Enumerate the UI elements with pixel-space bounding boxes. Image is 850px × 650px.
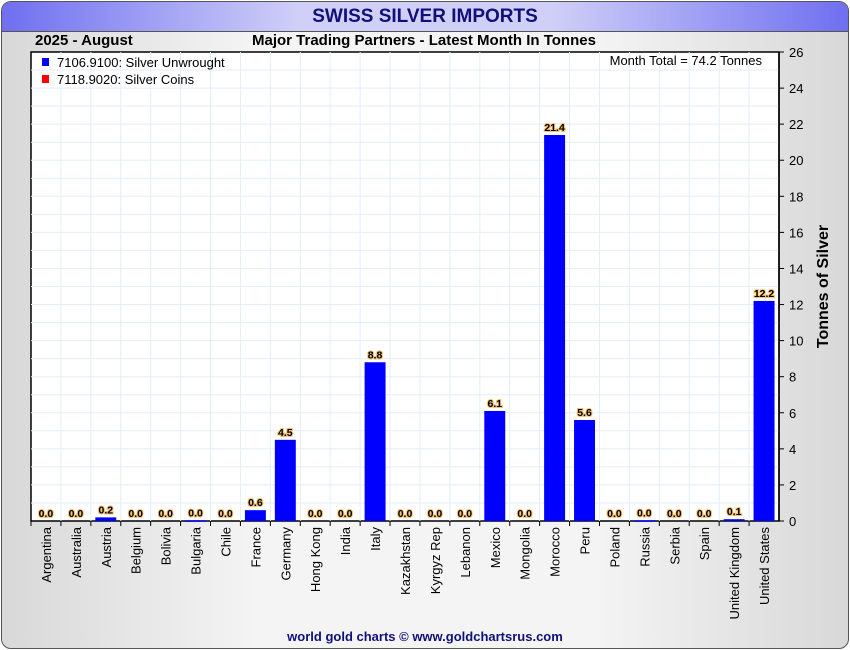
legend-swatch [42, 75, 49, 83]
bar [95, 517, 117, 521]
bar [274, 439, 296, 521]
y-tick-label: 2 [789, 478, 796, 493]
y-tick-label: 18 [789, 189, 803, 204]
data-label: 0.0 [398, 508, 413, 520]
legend-label: 7106.9100: Silver Unwrought [57, 55, 225, 70]
x-tick-label: Austria [99, 526, 114, 567]
data-label: 12.2 [754, 288, 775, 300]
data-label: 0.1 [727, 506, 742, 518]
y-tick-label: 20 [789, 153, 803, 168]
y-tick-label: 0 [789, 514, 796, 529]
x-tick-label: United Kingdom [727, 527, 742, 620]
x-tick-label: Germany [278, 527, 293, 581]
data-label: 8.8 [368, 349, 383, 361]
footer-credit: world gold charts © www.goldchartsrus.co… [287, 629, 563, 644]
y-tick-label: 16 [789, 225, 803, 240]
chart-frame: SWISS SILVER IMPORTS 2025 - August Major… [1, 1, 849, 649]
data-label: 5.6 [577, 407, 592, 419]
x-tick-label: Spain [697, 527, 712, 560]
x-tick-label: Argentina [39, 526, 54, 582]
data-label: 0.0 [39, 508, 54, 520]
x-tick-label: Serbia [667, 526, 682, 564]
y-tick-label: 12 [789, 298, 803, 313]
data-label: 0.0 [458, 508, 473, 520]
data-label: 0.0 [667, 508, 682, 520]
y-tick-label: 10 [789, 334, 803, 349]
x-tick-label: Belgium [129, 527, 144, 574]
bar [185, 520, 207, 522]
x-tick-label: Mexico [488, 527, 503, 568]
x-tick-label: India [338, 526, 353, 555]
x-tick-label: Bolivia [159, 526, 174, 565]
data-label: 0.0 [69, 508, 84, 520]
x-tick-label: Italy [368, 527, 383, 551]
data-label: 0.0 [158, 508, 173, 520]
x-tick-label: Lebanon [458, 527, 473, 578]
x-tick-label: Morocco [548, 527, 563, 577]
legend-swatch [42, 58, 49, 66]
data-label: 0.0 [428, 508, 443, 520]
data-label: 0.0 [338, 508, 353, 520]
data-label: 0.0 [607, 508, 622, 520]
x-tick-label: Mongolia [518, 526, 533, 580]
x-tick-label: Poland [607, 527, 622, 567]
x-tick-label: Chile [218, 527, 233, 557]
bar [484, 410, 506, 521]
y-tick-label: 8 [789, 370, 796, 385]
month-total-annotation: Month Total = 74.2 Tonnes [610, 53, 763, 68]
data-label: 4.5 [278, 427, 293, 439]
data-label: 0.6 [248, 497, 263, 509]
legend-label: 7118.9020: Silver Coins [57, 72, 195, 87]
x-tick-label: Peru [578, 527, 593, 554]
data-label: 0.0 [128, 508, 143, 520]
x-tick-label: Bulgaria [189, 526, 204, 574]
x-tick-label: Russia [637, 526, 652, 567]
data-label: 0.0 [697, 508, 712, 520]
y-tick-label: 22 [789, 117, 803, 132]
x-tick-label: Hong Kong [308, 527, 323, 592]
bar [244, 510, 266, 521]
x-tick-label: United States [757, 527, 772, 606]
y-tick-label: 26 [789, 45, 803, 60]
bar-chart: 02468101214161820222426Tonnes of Silver0… [30, 45, 832, 620]
bar [574, 419, 595, 521]
bar [364, 362, 386, 521]
data-label: 0.0 [637, 507, 652, 519]
data-label: 21.4 [544, 122, 565, 134]
data-label: 0.0 [308, 508, 323, 520]
bar [723, 519, 745, 521]
x-tick-label: Kazakhstan [398, 527, 413, 595]
y-tick-label: 24 [789, 81, 803, 96]
x-tick-label: France [248, 527, 263, 567]
y-tick-label: 4 [789, 442, 796, 457]
data-label: 0.0 [517, 508, 532, 520]
data-label: 6.1 [487, 398, 502, 410]
data-label: 0.0 [218, 508, 233, 520]
bar [544, 134, 566, 521]
bar [753, 300, 775, 521]
data-label: 0.2 [98, 504, 113, 516]
y-tick-label: 6 [789, 406, 796, 421]
y-axis-title: Tonnes of Silver [815, 225, 832, 348]
data-label: 0.0 [188, 507, 203, 519]
x-tick-label: Australia [69, 526, 84, 577]
x-tick-label: Kyrgyz Rep [428, 527, 443, 594]
y-tick-label: 14 [789, 261, 803, 276]
bar [633, 520, 655, 522]
